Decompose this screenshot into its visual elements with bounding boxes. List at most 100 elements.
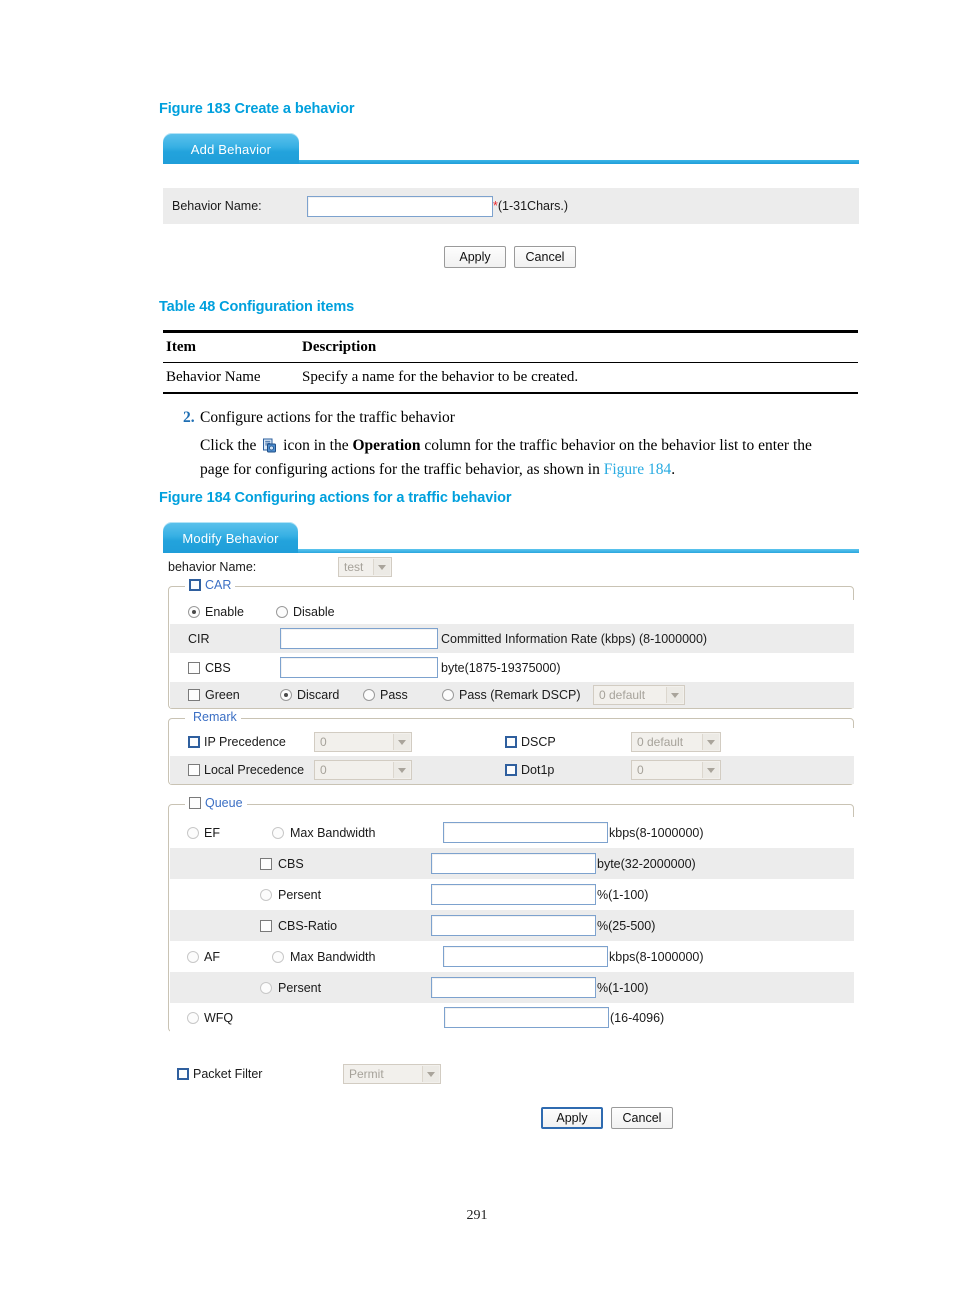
- chevron-down-icon: [373, 559, 390, 575]
- green-pass-remark-dscp-radio[interactable]: [442, 689, 454, 701]
- local-precedence-checkbox[interactable]: [188, 764, 200, 776]
- car-disable-radio[interactable]: [275, 606, 288, 618]
- car-checkbox[interactable]: [189, 579, 201, 591]
- queue-ef-cbs-row: CBS byte(32-2000000): [170, 848, 854, 879]
- tabstrip-underline: [299, 160, 859, 164]
- ef-cbs-input[interactable]: [431, 853, 596, 874]
- ef-cbs-ratio-input[interactable]: [431, 915, 596, 936]
- local-precedence-select-value: 0: [320, 763, 327, 777]
- behavior-name-select-value: test: [344, 560, 364, 574]
- green-discard-radio[interactable]: [280, 689, 292, 701]
- car-fieldset: CAR Enable Disable CIR Committed Informa…: [168, 578, 854, 709]
- modify-behavior-panel: Modify Behavior behavior Name: test CAR …: [163, 522, 859, 1137]
- ef-cbs-hint: byte(32-2000000): [597, 856, 696, 871]
- table-48: Item Description Behavior Name Specify a…: [163, 330, 858, 395]
- cancel-button[interactable]: Cancel: [611, 1107, 673, 1129]
- af-label: AF: [204, 949, 220, 964]
- packet-filter-select[interactable]: Permit: [343, 1064, 441, 1084]
- af-persent-hint: %(1-100): [597, 980, 649, 995]
- behavior-name-select[interactable]: test: [338, 557, 392, 577]
- table-row: Behavior Name Specify a name for the beh…: [163, 363, 858, 392]
- ef-max-bandwidth-radio[interactable]: [272, 826, 284, 839]
- ef-radio[interactable]: [187, 826, 199, 839]
- behavior-name-label: Behavior Name:: [172, 199, 262, 213]
- af-radio[interactable]: [187, 950, 199, 963]
- ip-precedence-checkbox[interactable]: [188, 736, 200, 748]
- step-2-line2-part1: page for configuring actions for the tra…: [200, 461, 604, 478]
- chevron-down-icon: [666, 687, 683, 703]
- step-2-line2-end: .: [671, 461, 676, 478]
- ip-precedence-label: IP Precedence: [204, 735, 286, 749]
- dscp-select[interactable]: 0 default: [631, 732, 721, 752]
- modify-behavior-tabstrip: Modify Behavior: [163, 522, 859, 553]
- cbs-input[interactable]: [280, 657, 438, 678]
- figure-183-caption: Figure 183 Create a behavior: [159, 101, 355, 117]
- car-enable-radio[interactable]: [188, 606, 200, 618]
- dot1p-label: Dot1p: [521, 763, 555, 777]
- dot1p-checkbox[interactable]: [505, 764, 517, 776]
- document-page: Figure 183 Create a behavior Add Behavio…: [0, 0, 954, 1296]
- af-persent-input[interactable]: [431, 977, 596, 998]
- step-2-body-line2: page for configuring actions for the tra…: [200, 461, 675, 479]
- cancel-button[interactable]: Cancel: [514, 246, 576, 268]
- car-legend-label: CAR: [205, 578, 232, 592]
- local-precedence-label: Local Precedence: [204, 763, 305, 777]
- tab-add-behavior[interactable]: Add Behavior: [163, 133, 299, 164]
- cir-input[interactable]: [280, 628, 438, 649]
- table-bottom-rule: [163, 391, 858, 395]
- green-dscp-select-value: 0 default: [599, 688, 646, 702]
- ef-cbs-checkbox[interactable]: [260, 857, 272, 870]
- ef-max-bandwidth-label: Max Bandwidth: [290, 825, 376, 840]
- packet-filter-label: Packet Filter: [193, 1067, 263, 1081]
- packet-filter-checkbox[interactable]: [177, 1068, 189, 1080]
- ef-cbs-ratio-label: CBS-Ratio: [278, 918, 338, 933]
- car-green-row: Green Discard Pass Pass (Remark DSCP) 0 …: [170, 682, 854, 708]
- ef-label: EF: [204, 825, 220, 840]
- ef-persent-input[interactable]: [431, 884, 596, 905]
- queue-af-persent-row: Persent %(1-100): [170, 972, 854, 1003]
- af-max-bandwidth-radio[interactable]: [272, 950, 284, 963]
- remark-legend: Remark: [185, 710, 241, 724]
- apply-button[interactable]: Apply: [444, 246, 506, 268]
- wfq-radio[interactable]: [187, 1011, 199, 1024]
- add-behavior-button-bar: Apply Cancel: [444, 246, 576, 268]
- step-2-body-part1: Click the: [200, 437, 261, 454]
- wfq-input[interactable]: [444, 1007, 609, 1028]
- packet-filter-row: Packet Filter Permit: [168, 1060, 854, 1088]
- queue-wfq-row: WFQ (16-4096): [170, 1003, 854, 1032]
- figure-184-link[interactable]: Figure 184: [604, 461, 672, 478]
- green-checkbox[interactable]: [188, 689, 200, 701]
- page-number: 291: [466, 1208, 488, 1223]
- chevron-down-icon: [702, 734, 719, 750]
- step-2-marker: 2.: [183, 409, 195, 426]
- ef-max-bandwidth-input[interactable]: [443, 822, 608, 843]
- ef-persent-radio[interactable]: [260, 888, 272, 901]
- wfq-hint: (16-4096): [610, 1010, 665, 1025]
- ef-cbs-ratio-checkbox[interactable]: [260, 919, 272, 932]
- cir-hint: Committed Information Rate (kbps) (8-100…: [441, 631, 708, 646]
- behavior-name-input[interactable]: [307, 195, 493, 217]
- car-legend: CAR: [185, 578, 236, 592]
- green-pass-radio[interactable]: [363, 689, 375, 701]
- figure-184-caption: Figure 184 Configuring actions for a tra…: [159, 490, 512, 506]
- dot1p-select[interactable]: 0: [631, 760, 721, 780]
- dscp-checkbox[interactable]: [505, 736, 517, 748]
- cbs-hint: byte(1875-19375000): [441, 660, 561, 675]
- queue-checkbox[interactable]: [189, 797, 201, 809]
- apply-button[interactable]: Apply: [541, 1107, 603, 1129]
- cbs-checkbox[interactable]: [188, 661, 200, 674]
- af-persent-radio[interactable]: [260, 981, 272, 994]
- ef-cbs-ratio-hint: %(25-500): [597, 918, 656, 933]
- af-max-bandwidth-label: Max Bandwidth: [290, 949, 376, 964]
- tab-modify-behavior[interactable]: Modify Behavior: [163, 522, 298, 553]
- af-max-bandwidth-input[interactable]: [443, 946, 608, 967]
- step-2-body-bold: Operation: [352, 437, 421, 454]
- af-max-bandwidth-hint: kbps(8-1000000): [609, 949, 704, 964]
- queue-ef-cbs-ratio-row: CBS-Ratio %(25-500): [170, 910, 854, 941]
- green-dscp-select[interactable]: 0 default: [593, 685, 685, 705]
- local-precedence-select[interactable]: 0: [314, 760, 412, 780]
- queue-fieldset: Queue EF Max Bandwidth kbps(8-1000000) C…: [168, 796, 854, 1032]
- ip-precedence-select[interactable]: 0: [314, 732, 412, 752]
- behavior-name-select-row: behavior Name: test: [163, 554, 859, 580]
- green-label: Green: [205, 688, 240, 702]
